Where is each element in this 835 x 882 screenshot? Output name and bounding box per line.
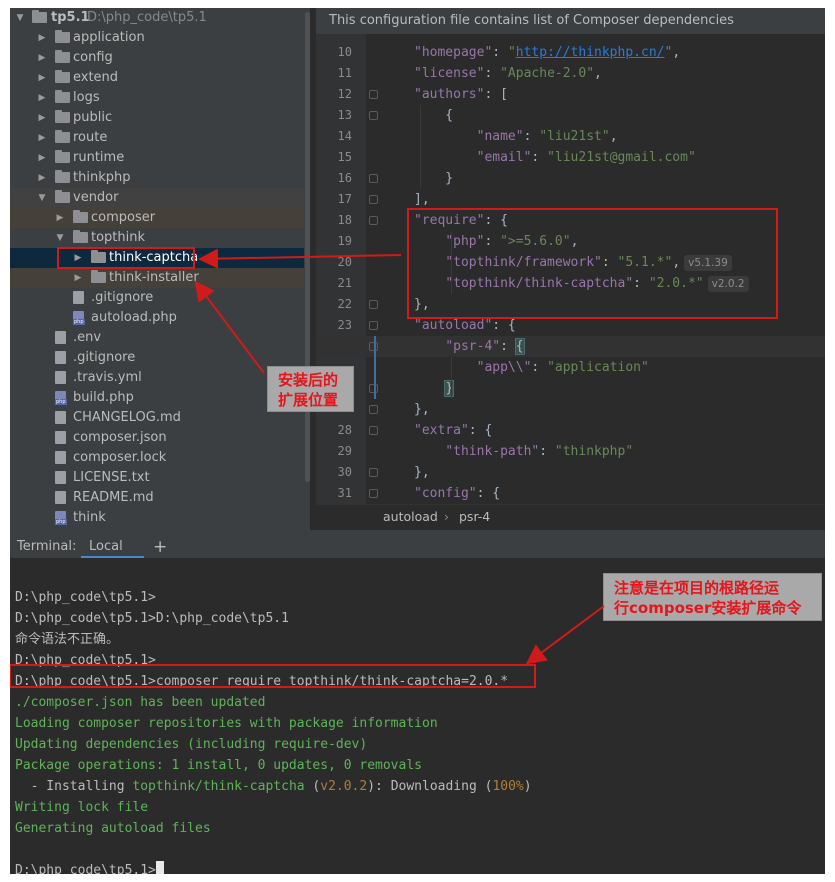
ide-window: ▼ tp5.1 D:\php_code\tp5.1 ▶ application ▶ c… — [10, 8, 825, 874]
arrow-callout-to-folder — [194, 280, 265, 374]
annotation-arrows — [194, 248, 605, 665]
arrow-callout-to-command — [525, 605, 605, 665]
arrow-require-to-folder — [198, 248, 402, 269]
